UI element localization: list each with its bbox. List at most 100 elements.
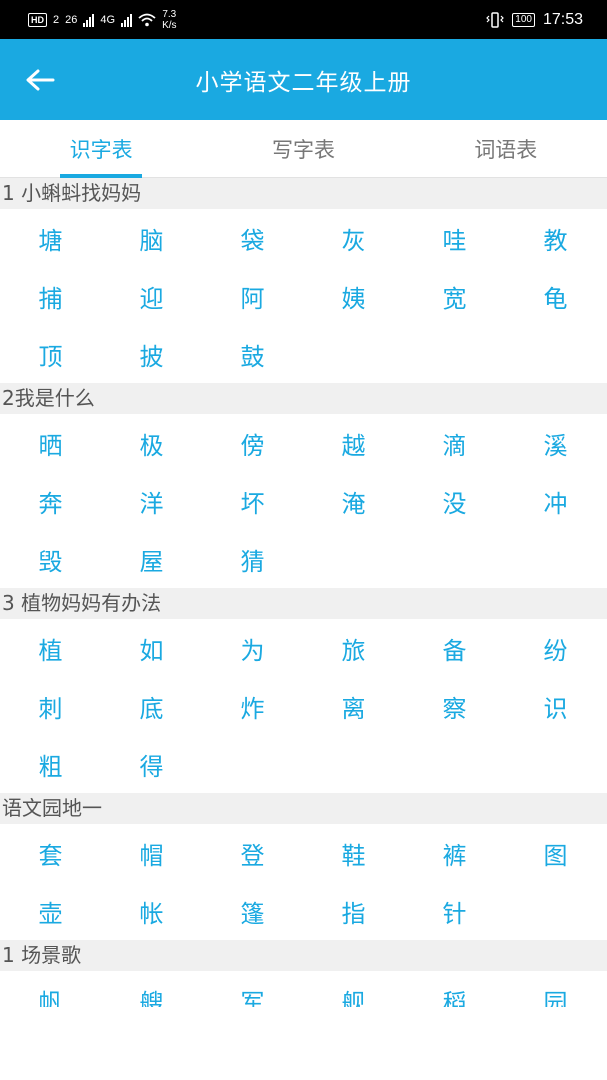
clock: 17:53 [542,10,583,28]
network-label-1: 26 [65,13,78,26]
character-item[interactable]: 淹 [303,472,404,530]
character-item[interactable]: 帐 [101,882,202,940]
character-item[interactable]: 猜 [202,530,303,588]
speed-value: 7.3 [162,8,177,20]
character-item[interactable]: 脑 [101,209,202,267]
character-item[interactable]: 袋 [202,209,303,267]
character-item[interactable]: 披 [101,325,202,383]
character-item[interactable]: 备 [404,619,505,677]
section-title: 3 植物妈妈有办法 [0,588,607,619]
character-item[interactable]: 旅 [303,619,404,677]
battery-icon: 100 [512,12,535,27]
tab-bar: 识字表 写字表 词语表 [0,120,607,178]
character-item[interactable]: 植 [0,619,101,677]
hd-badge: HD [28,12,47,27]
character-item[interactable]: 舰 [303,971,404,1008]
tab-ciyubiao[interactable]: 词语表 [405,120,607,177]
character-item[interactable]: 帆 [0,971,101,1008]
character-item[interactable]: 越 [303,414,404,472]
lesson-section: 1 场景歌帆艘军舰稻园 [0,940,607,1007]
character-item[interactable]: 得 [101,735,202,793]
speed-unit: K/s [162,19,177,31]
character-item[interactable]: 没 [404,472,505,530]
signal-icon-2 [121,13,133,27]
character-item[interactable]: 壶 [0,882,101,940]
character-item[interactable]: 滴 [404,414,505,472]
section-title: 1 场景歌 [0,940,607,971]
status-left: HD 2 26 4G 7.3 K/s [28,9,177,31]
character-item[interactable]: 艘 [101,971,202,1008]
character-grid: 帆艘军舰稻园 [0,971,607,1008]
character-item[interactable]: 捕 [0,267,101,325]
character-item[interactable]: 顶 [0,325,101,383]
character-item[interactable]: 园 [505,971,606,1008]
character-item[interactable]: 图 [505,824,606,882]
character-item[interactable]: 阿 [202,267,303,325]
character-item[interactable]: 底 [101,677,202,735]
character-item[interactable]: 套 [0,824,101,882]
character-item[interactable]: 教 [505,209,606,267]
lesson-section: 3 植物妈妈有办法植如为旅备纷刺底炸离察识粗得 [0,588,607,793]
character-item[interactable]: 龟 [505,267,606,325]
character-item[interactable]: 稻 [404,971,505,1008]
network-label-2: 4G [100,13,116,26]
status-right: 100 17:53 [486,11,583,29]
character-item[interactable]: 刺 [0,677,101,735]
character-item[interactable]: 冲 [505,472,606,530]
character-grid: 晒极傍越滴溪奔洋坏淹没冲毁屋猜 [0,414,607,588]
sim-sub-label: 2 [53,13,60,26]
character-item[interactable]: 傍 [202,414,303,472]
character-item[interactable]: 裤 [404,824,505,882]
character-item[interactable]: 洋 [101,472,202,530]
character-item[interactable]: 灰 [303,209,404,267]
character-item[interactable]: 识 [505,677,606,735]
lesson-section: 1 小蝌蚪找妈妈塘脑袋灰哇教捕迎阿姨宽龟顶披鼓 [0,178,607,383]
character-item[interactable]: 溪 [505,414,606,472]
character-item[interactable]: 鼓 [202,325,303,383]
character-item[interactable]: 晒 [0,414,101,472]
character-item[interactable]: 针 [404,882,505,940]
app-bar: 小学语文二年级上册 [0,39,607,120]
character-item[interactable]: 为 [202,619,303,677]
character-item[interactable]: 屋 [101,530,202,588]
character-item[interactable]: 指 [303,882,404,940]
character-grid: 植如为旅备纷刺底炸离察识粗得 [0,619,607,793]
character-grid: 塘脑袋灰哇教捕迎阿姨宽龟顶披鼓 [0,209,607,383]
character-item[interactable]: 坏 [202,472,303,530]
character-item[interactable]: 纷 [505,619,606,677]
character-item[interactable]: 帽 [101,824,202,882]
lesson-section: 语文园地一套帽登鞋裤图壶帐篷指针 [0,793,607,940]
character-item[interactable]: 炸 [202,677,303,735]
tab-xiezibiao[interactable]: 写字表 [202,120,404,177]
character-item[interactable]: 粗 [0,735,101,793]
character-item[interactable]: 姨 [303,267,404,325]
section-title: 1 小蝌蚪找妈妈 [0,178,607,209]
character-item[interactable]: 迎 [101,267,202,325]
tab-shizibiao[interactable]: 识字表 [0,120,202,177]
status-bar: HD 2 26 4G 7.3 K/s 100 17:53 [0,0,607,39]
character-item[interactable]: 毁 [0,530,101,588]
speed-indicator: 7.3 K/s [162,9,176,31]
section-title: 2我是什么 [0,383,607,414]
arrow-left-icon [26,69,55,91]
character-item[interactable]: 奔 [0,472,101,530]
vibrate-icon [486,11,505,28]
character-item[interactable]: 塘 [0,209,101,267]
character-item[interactable]: 察 [404,677,505,735]
back-button[interactable] [22,63,58,97]
character-item[interactable]: 离 [303,677,404,735]
section-title: 语文园地一 [0,793,607,824]
character-list: 1 小蝌蚪找妈妈塘脑袋灰哇教捕迎阿姨宽龟顶披鼓 2我是什么晒极傍越滴溪奔洋坏淹没冲… [0,178,607,1007]
character-item[interactable]: 哇 [404,209,505,267]
lesson-section: 2我是什么晒极傍越滴溪奔洋坏淹没冲毁屋猜 [0,383,607,588]
page-title: 小学语文二年级上册 [195,69,412,96]
character-item[interactable]: 如 [101,619,202,677]
signal-icon [83,13,95,27]
character-item[interactable]: 鞋 [303,824,404,882]
character-item[interactable]: 登 [202,824,303,882]
character-item[interactable]: 极 [101,414,202,472]
character-item[interactable]: 军 [202,971,303,1008]
character-item[interactable]: 篷 [202,882,303,940]
wifi-icon [138,13,156,26]
character-item[interactable]: 宽 [404,267,505,325]
